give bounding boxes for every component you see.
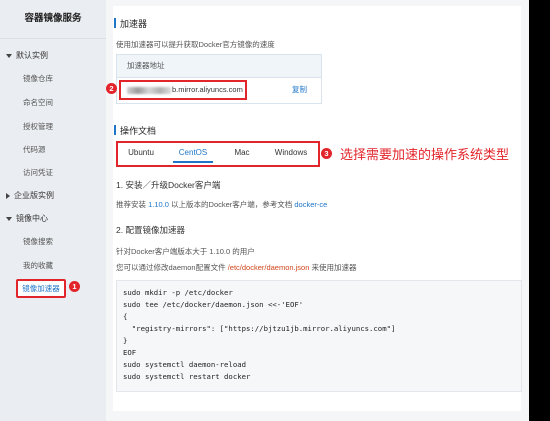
sidebar-item-repositories[interactable]: 镜像仓库 [23,73,53,84]
copy-button[interactable]: 复制 [292,78,307,102]
sidebar-item-favorites[interactable]: 我的收藏 [23,260,53,271]
caret-down-icon [6,216,12,221]
step2-title: 2. 配置镜像加速器 [116,225,185,235]
version-link[interactable]: 1.10.0 [148,200,169,209]
annotation-text: 选择需要加速的操作系统类型 [340,148,510,163]
code-line: sudo tee /etc/docker/daemon.json <<-'EOF… [123,300,304,309]
code-line: sudo mkdir -p /etc/docker [123,288,233,297]
annotation-badge-2: 2 [106,83,117,94]
code-line: EOF [123,348,137,357]
step1-description: 推荐安装 1.10.0 以上版本的Docker客户端，参考文档 docker-c… [116,200,328,209]
docker-ce-link[interactable]: docker-ce [294,200,327,209]
accelerator-description: 使用加速器可以提升获取Docker官方镜像的速度 [116,40,275,49]
caret-down-icon [6,53,12,58]
highlight-tabs-box [116,141,320,167]
annotation-badge-1: 1 [69,281,80,292]
code-line: sudo systemctl daemon-reload [123,360,247,369]
sidebar-group-default-instance[interactable]: 默认实例 [6,50,48,61]
sidebar-item-authorization[interactable]: 授权管理 [23,121,53,132]
docs-heading: 操作文档 [113,125,157,136]
step2-line2: 您可以通过修改daemon配置文件 /etc/docker/daemon.jso… [116,263,357,272]
code-line: { [123,312,128,321]
highlight-address-box [119,80,247,100]
accelerator-heading: 加速器 [113,18,148,29]
sidebar-title: 容器镜像服务 [0,0,106,39]
code-line: "registry-mirrors": ["https://bjtzu1jb.m… [123,324,396,333]
sidebar-item-image-search[interactable]: 镜像搜索 [23,236,53,247]
step1-title: 1. 安装／升级Docker客户端 [116,180,221,190]
accelerator-table-header: 加速器地址 [117,55,321,78]
sidebar-group-image-center[interactable]: 镜像中心 [6,213,48,224]
sidebar-item-image-accelerator[interactable]: 镜像加速器 [16,279,66,298]
caret-right-icon [6,192,10,199]
code-line: } [123,336,128,345]
annotation-badge-3: 3 [321,148,332,159]
sidebar-item-access-credentials[interactable]: 访问凭证 [23,167,53,178]
sidebar-item-namespaces[interactable]: 命名空间 [23,97,53,108]
daemon-config-path: /etc/docker/daemon.json [227,263,310,272]
sidebar-item-code-source[interactable]: 代码源 [23,144,46,155]
step2-line1: 针对Docker客户端版本大于 1.10.0 的用户 [116,247,255,256]
sidebar: 容器镜像服务 默认实例 镜像仓库 命名空间 授权管理 代码源 访问凭证 企业版实… [0,0,106,421]
code-block[interactable]: sudo mkdir -p /etc/docker sudo tee /etc/… [116,280,522,392]
dark-window-edge [529,0,550,421]
code-line: sudo systemctl restart docker [123,372,251,381]
sidebar-group-enterprise-instance[interactable]: 企业版实例 [6,190,54,201]
